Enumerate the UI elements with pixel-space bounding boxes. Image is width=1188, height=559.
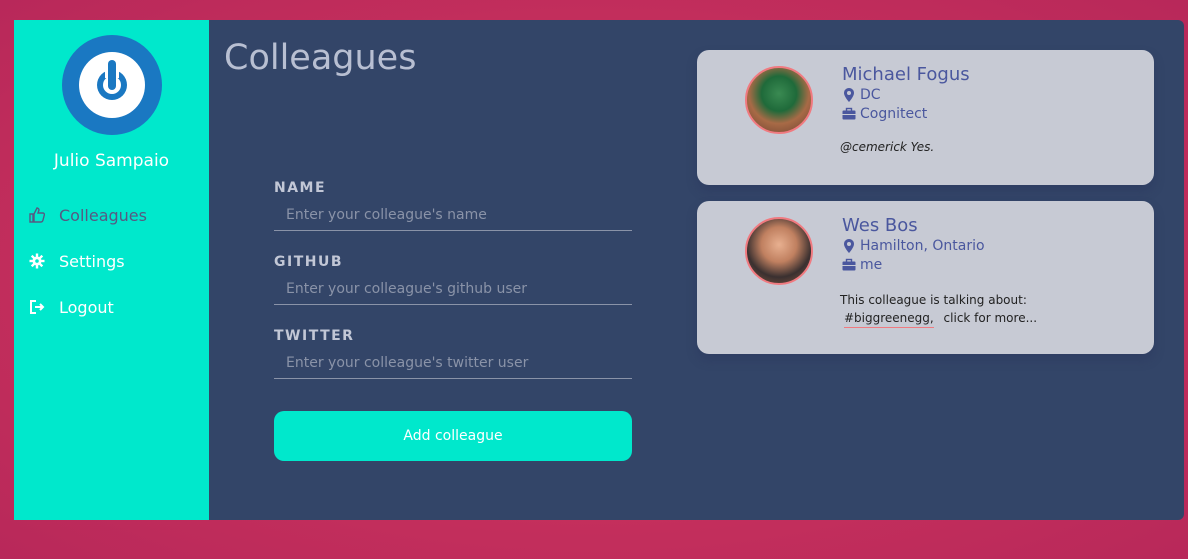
colleague-location: Hamilton, Ontario bbox=[842, 238, 985, 254]
gear-icon bbox=[29, 253, 45, 269]
colleague-card[interactable]: Michael Fogus DC Cognitect @cemerick Yes… bbox=[697, 50, 1154, 185]
app-window: Julio Sampaio Colleagues Settings Logout… bbox=[14, 20, 1184, 520]
colleague-card[interactable]: Wes Bos Hamilton, Ontario me This collea… bbox=[697, 201, 1154, 354]
colleague-location: DC bbox=[842, 87, 881, 103]
colleague-name[interactable]: Michael Fogus bbox=[842, 64, 970, 85]
thumbs-up-icon bbox=[29, 207, 45, 223]
hashtag-link[interactable]: #biggreenegg, bbox=[844, 309, 934, 328]
map-marker-icon bbox=[842, 88, 856, 102]
sidebar-item-logout[interactable]: Logout bbox=[29, 295, 114, 319]
colleague-about: This colleague is talking about: #biggre… bbox=[840, 291, 1037, 328]
about-prefix: This colleague is talking about: bbox=[840, 293, 1027, 307]
page-title: Colleagues bbox=[224, 38, 417, 78]
briefcase-icon bbox=[842, 258, 856, 272]
map-marker-icon bbox=[842, 239, 856, 253]
add-colleague-button[interactable]: Add colleague bbox=[274, 411, 632, 461]
app-logo bbox=[62, 35, 162, 135]
name-label: NAME bbox=[274, 180, 327, 196]
twitter-label: TWITTER bbox=[274, 328, 355, 344]
colleague-name[interactable]: Wes Bos bbox=[842, 215, 918, 236]
twitter-input[interactable] bbox=[274, 348, 632, 379]
sidebar-item-label: Colleagues bbox=[59, 205, 147, 225]
colleague-tweet: @cemerick Yes. bbox=[840, 140, 935, 154]
sidebar-item-label: Settings bbox=[59, 251, 125, 271]
add-colleague-form: NAME GITHUB TWITTER bbox=[274, 180, 632, 402]
briefcase-icon bbox=[842, 107, 856, 121]
colleague-company: me bbox=[842, 257, 882, 273]
colleague-company: Cognitect bbox=[842, 106, 927, 122]
name-input[interactable] bbox=[274, 200, 632, 231]
github-input[interactable] bbox=[274, 274, 632, 305]
sidebar-item-settings[interactable]: Settings bbox=[29, 249, 125, 273]
sidebar-item-label: Logout bbox=[59, 297, 114, 317]
logout-icon bbox=[29, 299, 45, 315]
github-label: GITHUB bbox=[274, 254, 344, 270]
user-name: Julio Sampaio bbox=[53, 151, 170, 171]
sidebar: Julio Sampaio Colleagues Settings Logout bbox=[14, 20, 209, 520]
sidebar-item-colleagues[interactable]: Colleagues bbox=[29, 203, 147, 227]
more-link[interactable]: click for more... bbox=[944, 311, 1037, 325]
avatar bbox=[745, 217, 813, 285]
avatar bbox=[745, 66, 813, 134]
